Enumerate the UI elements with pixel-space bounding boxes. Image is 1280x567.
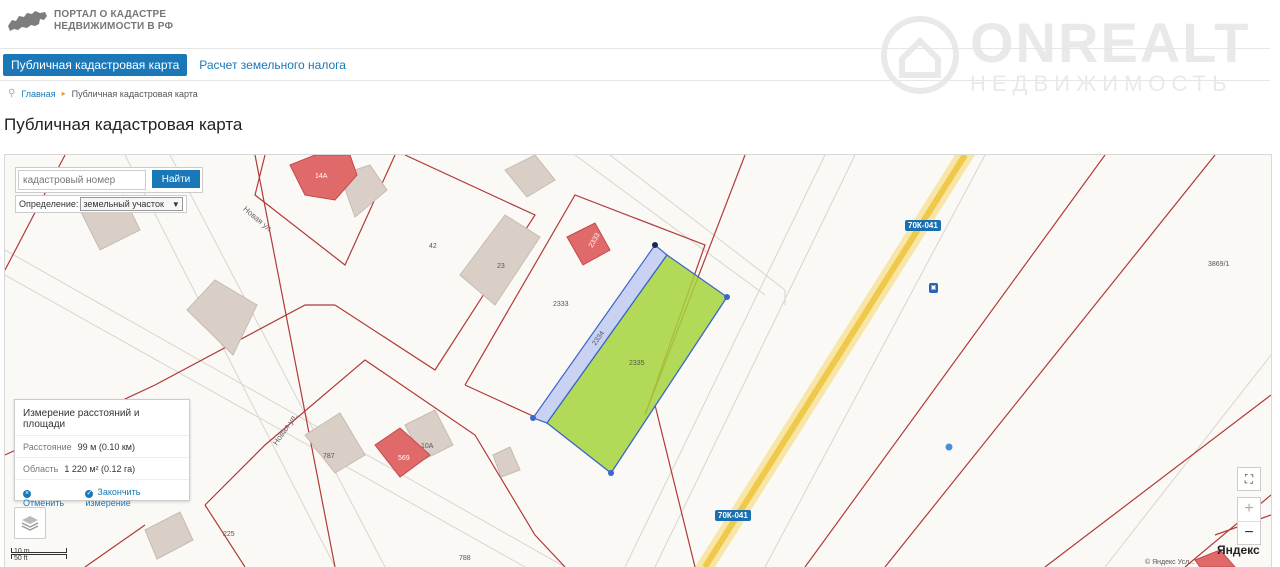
area-value: 1 220 м² (0.12 га) <box>64 464 136 474</box>
site-logo[interactable]: ПОРТАЛ О КАДАСТРЕ НЕДВИЖИМОСТИ В РФ <box>6 8 173 34</box>
finish-measure-button[interactable]: ✓ Закончить измерение <box>85 487 181 508</box>
distance-value: 99 м (0.10 км) <box>77 442 135 452</box>
tab-cadastral-map[interactable]: Публичная кадастровая карта <box>3 54 188 76</box>
parcel-label: 42 <box>429 243 437 250</box>
watermark-brand: ONREALT <box>970 11 1251 74</box>
cancel-measure-button[interactable]: ×Отменить <box>23 487 72 508</box>
highway <box>695 155 975 567</box>
area-row: Область 1 220 м² (0.12 га) <box>15 458 189 480</box>
fullscreen-button[interactable]: ⛶ <box>1237 467 1261 491</box>
cadastral-search: Найти <box>15 167 203 193</box>
russia-map-icon <box>8 11 47 31</box>
logo-text: ПОРТАЛ О КАДАСТРЕ НЕДВИЖИМОСТИ В РФ <box>54 9 174 32</box>
zoom-out-button[interactable]: − <box>1238 522 1260 545</box>
cadastral-number-input[interactable] <box>18 170 146 190</box>
measurement-panel: Измерение расстояний и площади Расстояни… <box>14 399 190 508</box>
definition-label: Определение: <box>19 199 79 209</box>
road-label-top: 70К-041 <box>905 220 941 231</box>
breadcrumb: ⚲ Главная ▸ Публичная кадастровая карта <box>8 88 198 99</box>
map-point[interactable] <box>945 443 953 451</box>
zoom-controls: + − <box>1237 497 1261 545</box>
selected-parcel[interactable] <box>530 242 730 476</box>
find-button[interactable]: Найти <box>152 170 200 188</box>
layers-icon <box>21 516 39 531</box>
building-label: 569 <box>398 455 410 462</box>
breadcrumb-home-link[interactable]: Главная <box>21 89 55 99</box>
yandex-logo[interactable]: Яндекс <box>1217 543 1260 557</box>
page-title: Публичная кадастровая карта <box>4 115 243 134</box>
parcel-label: 23 <box>497 263 505 270</box>
divider <box>0 80 1270 81</box>
watermark-sub: НЕДВИЖИМОСТЬ <box>970 71 1233 96</box>
map-scale: 10 m 50 ft <box>11 548 67 562</box>
parcel-label: 225 <box>223 531 235 538</box>
breadcrumb-current: Публичная кадастровая карта <box>71 88 198 99</box>
fullscreen-icon: ⛶ <box>1244 471 1254 486</box>
buildings-registered <box>289 155 1236 567</box>
chevron-down-icon: ▼ <box>171 199 180 209</box>
parcel-label: 10А <box>421 443 434 450</box>
close-icon: × <box>23 490 31 498</box>
cadastral-map[interactable]: 70К-041 70К-041 ▣ Новая ул. Новая ул. 42… <box>4 154 1272 567</box>
road-label-bottom: 70К-041 <box>715 510 751 521</box>
layers-button[interactable] <box>14 507 46 539</box>
parcel-label: 3869/1 <box>1208 261 1230 268</box>
distance-row: Расстояние 99 м (0.10 км) <box>15 436 189 458</box>
parcel-label: 2335 <box>629 360 645 367</box>
parcel-label: 2333 <box>553 301 569 308</box>
divider <box>0 48 1270 49</box>
definition-row: Определение: земельный участок ▼ <box>15 195 187 213</box>
onrealt-watermark: ONREALT НЕДВИЖИМОСТЬ <box>880 14 1251 96</box>
bus-stop-icon: ▣ <box>929 283 938 293</box>
map-attribution[interactable]: © Яндекс Усл... <box>1145 559 1195 566</box>
parcel-label: 788 <box>459 555 471 562</box>
definition-select[interactable]: земельный участок ▼ <box>80 197 183 211</box>
location-pin-icon: ⚲ <box>8 88 16 99</box>
breadcrumb-separator-icon: ▸ <box>61 89 66 98</box>
measurement-title: Измерение расстояний и площади <box>15 400 189 436</box>
parcel-label: 787 <box>323 453 335 460</box>
house-logo-icon <box>881 16 959 94</box>
main-tabs: Публичная кадастровая карта Расчет земел… <box>3 54 354 76</box>
check-icon: ✓ <box>85 490 94 498</box>
zoom-in-button[interactable]: + <box>1238 498 1260 522</box>
building-label: 14А <box>315 173 328 180</box>
tab-land-tax[interactable]: Расчет земельного налога <box>191 54 354 76</box>
